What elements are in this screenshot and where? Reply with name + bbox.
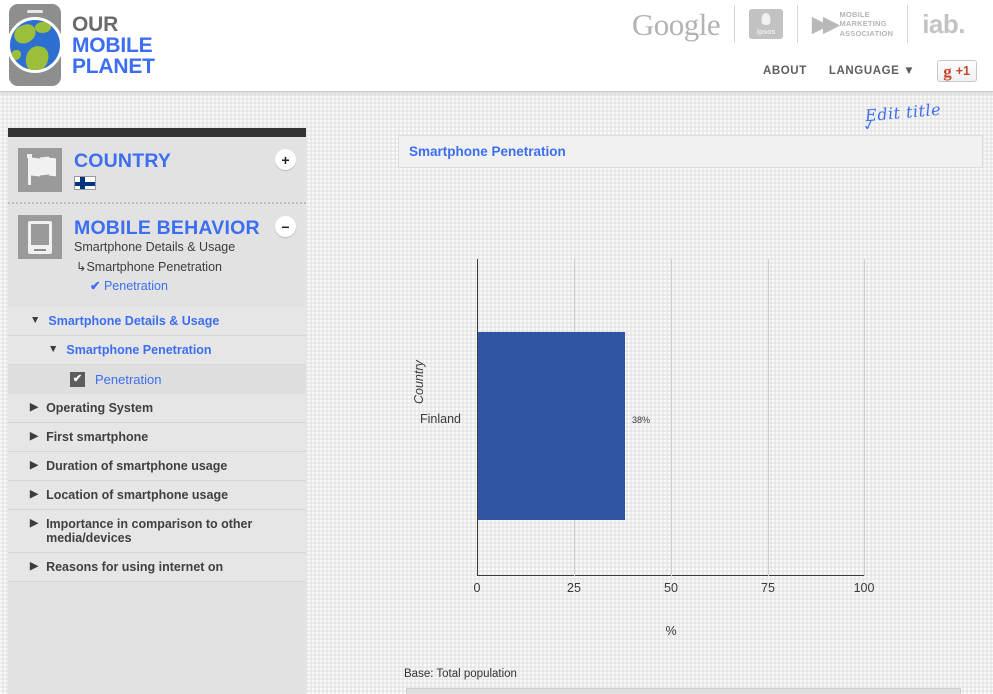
chart-x-axis-title: % xyxy=(665,624,677,638)
chevron-right-icon[interactable]: ▶ xyxy=(30,560,38,574)
tree-item-first-smartphone[interactable]: ▶ First smartphone xyxy=(8,423,306,452)
tree-item-label: Duration of smartphone usage xyxy=(46,458,228,473)
sidebar-top-bar xyxy=(8,128,306,137)
collapse-mobile-behavior-button[interactable]: − xyxy=(275,216,296,237)
legend-entry-penetration[interactable]: Penetration xyxy=(407,689,960,694)
tree-item-label: Operating System xyxy=(46,400,154,415)
chevron-right-icon[interactable]: ▶ xyxy=(30,488,38,502)
chart-category-label: Finland xyxy=(420,412,461,426)
google-g-icon: g xyxy=(943,61,952,81)
chart-xtick-25: 25 xyxy=(567,581,581,595)
smartphone-icon xyxy=(18,215,62,259)
filter-tree: ▼ Smartphone Details & Usage ▼ Smartphon… xyxy=(8,306,306,582)
ipsos-logo-text: Ipsos xyxy=(757,29,776,36)
chart-plot-area: Finland 38% 0 25 50 75 100 % xyxy=(420,259,874,638)
partner-mma: ▶▶ MOBILE MARKETING ASSOCIATION xyxy=(797,5,907,43)
chevron-right-icon[interactable]: ▶ xyxy=(30,459,38,473)
chart-title-input[interactable]: Smartphone Penetration xyxy=(398,135,983,168)
chart-gridline-50 xyxy=(671,259,672,576)
ipsos-logo-icon: Ipsos xyxy=(749,9,784,39)
tree-item-label: First smartphone xyxy=(46,429,149,444)
chart-y-axis-title: Country xyxy=(412,360,426,404)
chart-xtick-0: 0 xyxy=(473,581,481,595)
mma-chevron-icon: ▶▶ xyxy=(812,12,839,36)
breadcrumb-level-1: Smartphone Details & Usage xyxy=(74,240,236,255)
chart-canvas: Country Finland 38% 0 25 50 75 100 % Bas… xyxy=(398,176,983,694)
site-logo[interactable]: OUR MOBILE PLANET xyxy=(7,4,155,86)
flag-icon xyxy=(18,148,62,192)
tree-item-operating-system[interactable]: ▶ Operating System xyxy=(8,394,306,423)
logo-wordmark: OUR MOBILE PLANET xyxy=(72,14,155,77)
chart-panel: ✓ Edit title Smartphone Penetration Coun… xyxy=(398,100,983,694)
chevron-right-icon[interactable]: ▶ xyxy=(30,430,38,444)
edit-title-hint[interactable]: Edit title xyxy=(864,100,941,126)
tree-item-smartphone-penetration[interactable]: ▼ Smartphone Penetration xyxy=(8,336,306,365)
mma-line-1: MOBILE xyxy=(839,9,870,19)
plusone-label: +1 xyxy=(955,64,970,78)
breadcrumb-level-3: ✔ Penetration xyxy=(74,277,260,296)
chart-bar-value-label: 38% xyxy=(632,415,651,425)
chevron-down-icon[interactable]: ▼ xyxy=(48,343,58,357)
tree-item-label: Penetration xyxy=(95,371,162,387)
tree-item-duration-of-smartphone-usage[interactable]: ▶ Duration of smartphone usage xyxy=(8,452,306,481)
tree-item-penetration[interactable]: ✔ Penetration xyxy=(8,364,306,394)
tree-item-location-of-smartphone-usage[interactable]: ▶ Location of smartphone usage xyxy=(8,481,306,510)
tree-item-label: Smartphone Penetration xyxy=(66,342,212,357)
tree-item-reasons-for-using-internet[interactable]: ▶ Reasons for using internet on xyxy=(8,553,306,582)
logo-line-2: MOBILE xyxy=(72,33,153,57)
logo-line-3: PLANET xyxy=(72,54,155,78)
tree-item-label: Importance in comparison to other media/… xyxy=(46,516,253,545)
main-nav: ABOUT LANGUAGE ▼ g +1 xyxy=(763,60,977,82)
chart-xtick-50: 50 xyxy=(664,581,678,595)
partner-google: Google xyxy=(618,5,734,43)
chevron-down-icon[interactable]: ▼ xyxy=(30,314,40,328)
filter-tree-box: ▼ Smartphone Details & Usage ▼ Smartphon… xyxy=(8,306,306,694)
breadcrumb-level-2: ↳Smartphone Penetration xyxy=(76,259,222,274)
chart-gridline-75 xyxy=(768,259,769,576)
google-plusone-button[interactable]: g +1 xyxy=(937,60,977,82)
tree-item-label: Reasons for using internet on xyxy=(46,559,224,574)
nav-language[interactable]: LANGUAGE ▼ xyxy=(829,65,915,77)
tree-item-smartphone-details-usage[interactable]: ▼ Smartphone Details & Usage xyxy=(8,307,306,336)
chart-legend: Penetration xyxy=(406,688,961,694)
nav-about[interactable]: ABOUT xyxy=(763,65,807,77)
chart-xtick-100: 100 xyxy=(853,581,875,595)
section-title-mobile-behavior: MOBILE BEHAVIOR xyxy=(74,217,260,239)
header-shadow xyxy=(0,92,993,96)
chevron-right-icon[interactable]: ▶ xyxy=(30,401,38,415)
phone-globe-logo-icon xyxy=(7,4,63,86)
breadcrumb-check-icon: ✔ xyxy=(90,279,101,294)
chevron-right-icon[interactable]: ▶ xyxy=(30,517,38,531)
globe-icon xyxy=(7,17,63,73)
page-root: OUR MOBILE PLANET Google Ipsos ▶▶ MOBILE xyxy=(0,0,993,694)
checkbox-checked-icon[interactable]: ✔ xyxy=(70,371,85,387)
chart-base-note: Base: Total population xyxy=(404,668,517,680)
google-logo-text: Google xyxy=(631,6,721,42)
expand-country-button[interactable]: + xyxy=(275,149,296,170)
chart-gridline-100 xyxy=(864,259,865,576)
site-header: OUR MOBILE PLANET Google Ipsos ▶▶ MOBILE xyxy=(0,0,993,92)
tree-item-label: Smartphone Details & Usage xyxy=(48,313,220,328)
mma-line-3: ASSOCIATION xyxy=(839,28,894,38)
iab-logo-text: iab. xyxy=(922,9,965,39)
sidebar-section-mobile-behavior[interactable]: MOBILE BEHAVIOR Smartphone Details & Usa… xyxy=(8,204,306,694)
tree-item-importance-in-comparison[interactable]: ▶ Importance in comparison to other medi… xyxy=(8,510,306,553)
selection-breadcrumbs: Smartphone Details & Usage ↳Smartphone P… xyxy=(74,238,260,296)
breadcrumb-level-3-label: Penetration xyxy=(103,279,168,294)
chart-xtick-75: 75 xyxy=(761,581,775,595)
section-title-country: COUNTRY xyxy=(74,150,172,172)
finland-flag-icon xyxy=(74,176,96,191)
tree-item-label: Location of smartphone usage xyxy=(46,487,229,502)
logo-line-1: OUR xyxy=(72,12,119,36)
partner-iab: iab. xyxy=(907,5,979,43)
chart-bar-penetration[interactable] xyxy=(478,332,626,520)
mma-line-2: MARKETING xyxy=(839,19,887,29)
partner-logos: Google Ipsos ▶▶ MOBILE MARKETING ASSOCIA… xyxy=(618,2,979,46)
sidebar-section-country[interactable]: COUNTRY + xyxy=(8,137,306,204)
filter-sidebar: COUNTRY + MOBILE BEHAVIOR Smartphone Det… xyxy=(8,128,306,694)
partner-ipsos: Ipsos xyxy=(734,5,797,43)
